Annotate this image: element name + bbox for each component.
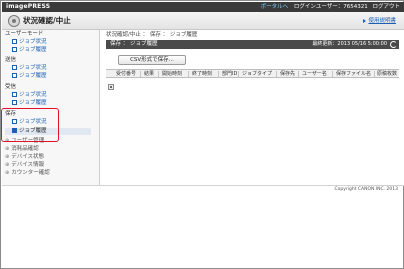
table-header: 受付番号 結果 開始時刻 終了時刻 部門ID ジョブタイプ 保存先 ユーザー名 … <box>106 69 399 78</box>
panel-title: 保存 ： ジョブ履歴 <box>110 41 158 47</box>
sidebar-item-receive-job-history[interactable]: ジョブ履歴 <box>12 100 47 107</box>
sidebar-item-device-info[interactable]: デバイス情報 <box>5 162 44 169</box>
sidebar-item-send-job-status[interactable]: ジョブ状況 <box>12 65 47 72</box>
sidebar-item-receive-job-status[interactable]: ジョブ状況 <box>12 92 47 99</box>
main-content: 状況確認/中止 ： 保存 ： ジョブ履歴 保存 ： ジョブ履歴 最終更新：201… <box>101 30 404 185</box>
column-divider <box>374 71 375 77</box>
sidebar-item-user-job-history[interactable]: ジョブ履歴 <box>12 47 47 54</box>
browser-window: imagePRESS ポータルへ ログインユーザー：7654321 ログアウト … <box>0 0 404 269</box>
column-header[interactable]: 受付番号 <box>116 70 136 78</box>
last-updated: 最終更新：2013 05/16 5:00:00 <box>312 41 387 47</box>
sidebar-item-consumables[interactable]: 消耗品確認 <box>5 146 39 153</box>
brand-logo: imagePRESS <box>6 3 51 10</box>
sidebar-item-device-status[interactable]: デバイス状態 <box>5 154 44 161</box>
column-header[interactable]: 保存ファイル名 <box>336 70 371 78</box>
sidebar-item-counter[interactable]: カウンター確認 <box>5 170 50 177</box>
column-header[interactable]: ユーザー名 <box>302 70 327 78</box>
column-divider <box>332 71 333 77</box>
top-right-links: ポータルへ ログインユーザー：7654321 ログアウト <box>261 2 400 12</box>
column-header[interactable]: 原稿枚数 <box>377 70 397 78</box>
column-divider <box>140 71 141 77</box>
footer-divider <box>2 185 404 186</box>
scroll-top-icon[interactable] <box>108 84 114 90</box>
copyright-text: Copyright CANON INC. 2013 <box>334 187 399 192</box>
sidebar-section-receive: 受信 <box>5 84 17 90</box>
column-divider <box>188 71 189 77</box>
column-header[interactable]: 終了時刻 <box>192 70 212 78</box>
column-divider <box>298 71 299 77</box>
column-divider <box>238 71 239 77</box>
panel-title-bar: 保存 ： ジョブ履歴 最終更新：2013 05/16 5:00:00 <box>106 40 399 49</box>
login-user-label: ログインユーザー：7654321 <box>293 4 368 10</box>
column-divider <box>276 71 277 77</box>
breadcrumb: 状況確認/中止 ： 保存 ： ジョブ履歴 <box>106 32 198 38</box>
column-divider <box>158 71 159 77</box>
column-header[interactable]: 保存先 <box>280 70 295 78</box>
portal-link[interactable]: ポータルへ <box>261 4 289 10</box>
column-header[interactable]: 結果 <box>144 70 154 78</box>
save-csv-button[interactable]: CSV形式で保存... <box>118 55 186 65</box>
sidebar-item-send-job-history[interactable]: ジョブ履歴 <box>12 73 47 80</box>
status-monitor-icon <box>8 15 20 27</box>
highlight-box <box>1 108 59 142</box>
column-header[interactable]: 部門ID <box>222 70 237 78</box>
sidebar-section-send: 送信 <box>5 57 17 63</box>
sidebar-section-user-mode: ユーザーモード <box>5 31 44 37</box>
column-divider <box>218 71 219 77</box>
logout-link[interactable]: ログアウト <box>372 4 400 10</box>
page-header: 状況確認/中止 使用説明書 <box>2 12 404 30</box>
manual-link[interactable]: 使用説明書 <box>363 17 396 25</box>
column-header[interactable]: 開始時刻 <box>162 70 182 78</box>
refresh-icon[interactable] <box>390 41 397 48</box>
column-header[interactable]: ジョブタイプ <box>242 70 272 78</box>
sidebar-item-user-job-status[interactable]: ジョブ状況 <box>12 39 47 46</box>
top-bar: imagePRESS ポータルへ ログインユーザー：7654321 ログアウト <box>2 2 404 12</box>
page-title: 状況確認/中止 <box>23 16 71 25</box>
